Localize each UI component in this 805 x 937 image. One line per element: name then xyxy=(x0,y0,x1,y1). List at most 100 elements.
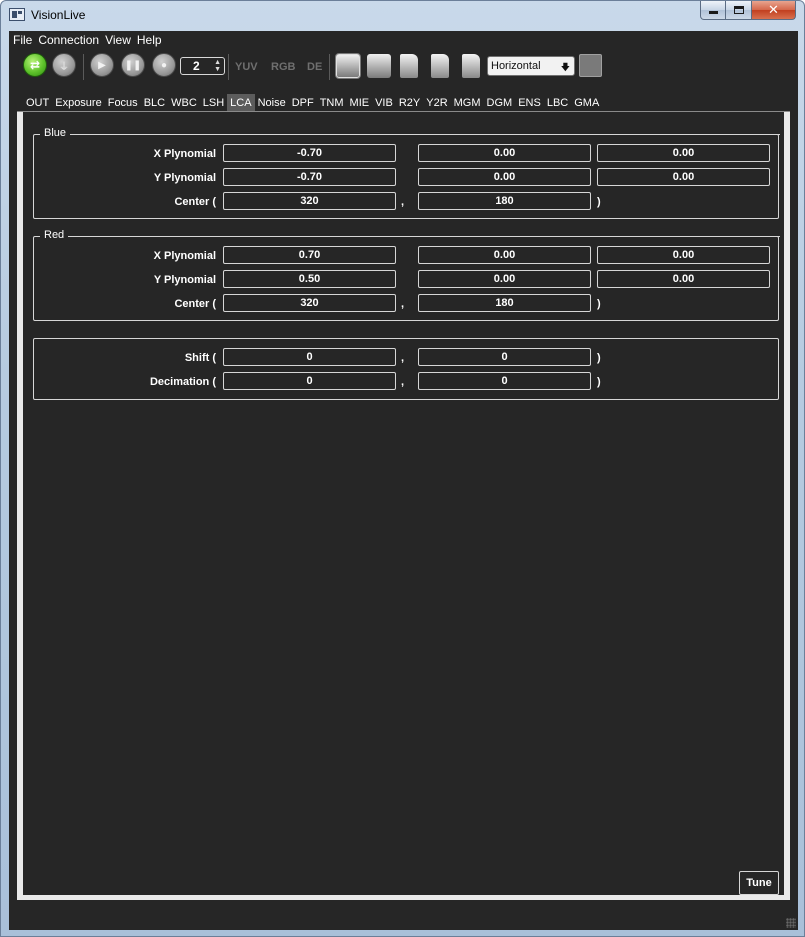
tab-gma[interactable]: GMA xyxy=(571,94,603,112)
blue-x-coef-1[interactable]: 0.00 xyxy=(418,144,591,162)
image-view-icon[interactable] xyxy=(336,54,360,78)
blue-x-coef-2[interactable]: 0.00 xyxy=(597,144,770,162)
minimize-icon xyxy=(708,11,718,14)
comma: , xyxy=(401,352,405,364)
tab-widget: OUT Exposure Focus BLC WBC LSH LCA Noise… xyxy=(17,91,790,900)
blue-center-y[interactable]: 180 xyxy=(418,192,591,210)
close-paren: ) xyxy=(597,298,601,310)
menu-view[interactable]: View xyxy=(105,31,135,49)
decimation-label: Decimation ( xyxy=(149,376,216,388)
toolbar: ⇄ ⏚ ▶ ❚❚ ● 2 ▲ ▼ YUV RGB DE Horizontal 🡇 xyxy=(9,51,798,83)
plug-icon: ⏚ xyxy=(59,61,69,73)
decimation-x[interactable]: 0 xyxy=(223,372,396,390)
tab-lbc[interactable]: LBC xyxy=(543,94,572,112)
tab-dpf[interactable]: DPF xyxy=(288,94,317,112)
tab-exposure[interactable]: Exposure xyxy=(52,94,105,112)
tab-mie[interactable]: MIE xyxy=(346,94,373,112)
x-plynomial-label: X Plynomial xyxy=(153,250,216,262)
tab-noise[interactable]: Noise xyxy=(254,94,289,112)
red-center-x[interactable]: 320 xyxy=(223,294,396,312)
spin-arrows-icon[interactable]: ▲ ▼ xyxy=(214,59,221,73)
plug-button[interactable]: ⏚ xyxy=(52,53,76,77)
red-y-coef-2[interactable]: 0.00 xyxy=(597,270,770,288)
blue-group: Blue X Plynomial -0.70 0.00 0.00 Y Plyno… xyxy=(33,127,780,219)
center-label: Center ( xyxy=(174,298,216,310)
menu-connection[interactable]: Connection xyxy=(38,31,103,49)
shift-y[interactable]: 0 xyxy=(418,348,591,366)
red-group: Red X Plynomial 0.70 0.00 0.00 Y Plynomi… xyxy=(33,229,780,321)
document-icon[interactable] xyxy=(400,54,418,78)
spin-value: 2 xyxy=(193,59,200,73)
camera-view-icon[interactable] xyxy=(367,54,391,78)
red-y-coef-0[interactable]: 0.50 xyxy=(223,270,396,288)
orientation-value: Horizontal xyxy=(491,60,541,72)
comma: , xyxy=(401,376,405,388)
tab-mgm[interactable]: MGM xyxy=(450,94,484,112)
tab-blc[interactable]: BLC xyxy=(140,94,169,112)
tab-dgm[interactable]: DGM xyxy=(483,94,516,112)
pause-button[interactable]: ❚❚ xyxy=(121,53,145,77)
title-bar[interactable]: VisionLive ✕ xyxy=(1,1,804,31)
blue-y-coef-0[interactable]: -0.70 xyxy=(223,168,396,186)
shift-label: Shift ( xyxy=(184,352,216,364)
tab-focus[interactable]: Focus xyxy=(104,94,141,112)
red-y-coef-1[interactable]: 0.00 xyxy=(418,270,591,288)
comma: , xyxy=(401,298,405,310)
main-window: VisionLive ✕ File Connection View Help ⇄… xyxy=(0,0,805,937)
menu-help[interactable]: Help xyxy=(137,31,166,49)
record-button[interactable]: ● xyxy=(152,53,176,77)
maximize-button[interactable] xyxy=(726,1,752,20)
shift-decimation-group: Shift ( 0 , 0 ) Decimation ( 0 , 0 ) xyxy=(33,338,779,400)
y-plynomial-label: Y Plynomial xyxy=(153,172,216,184)
chevron-down-icon: 🡇 xyxy=(560,62,570,72)
tab-out[interactable]: OUT xyxy=(23,94,53,112)
red-center-y[interactable]: 180 xyxy=(418,294,591,312)
orientation-select[interactable]: Horizontal 🡇 xyxy=(487,56,575,76)
decimation-y[interactable]: 0 xyxy=(418,372,591,390)
connect-button[interactable]: ⇄ xyxy=(23,53,47,77)
red-group-title: Red xyxy=(40,229,69,241)
red-x-coef-2[interactable]: 0.00 xyxy=(597,246,770,264)
tab-r2y[interactable]: R2Y xyxy=(395,94,424,112)
swap-arrows-icon: ⇄ xyxy=(29,58,41,72)
menu-file[interactable]: File xyxy=(13,31,36,49)
tab-wbc[interactable]: WBC xyxy=(168,94,200,112)
center-label: Center ( xyxy=(174,196,216,208)
frame-count-spinbox[interactable]: 2 ▲ ▼ xyxy=(180,57,225,75)
tab-lsh[interactable]: LSH xyxy=(199,94,228,112)
blue-x-coef-0[interactable]: -0.70 xyxy=(223,144,396,162)
shift-x[interactable]: 0 xyxy=(223,348,396,366)
rgb-button[interactable]: RGB xyxy=(271,61,295,73)
resize-grip-icon[interactable] xyxy=(786,918,796,928)
tab-tnm[interactable]: TNM xyxy=(316,94,347,112)
pause-icon: ❚❚ xyxy=(124,59,142,71)
close-button[interactable]: ✕ xyxy=(752,1,796,20)
play-icon: ▶ xyxy=(98,59,106,71)
red-x-coef-0[interactable]: 0.70 xyxy=(223,246,396,264)
blue-center-x[interactable]: 320 xyxy=(223,192,396,210)
record-icon: ● xyxy=(160,59,168,71)
sad-face-icon[interactable] xyxy=(579,54,602,77)
tune-button[interactable]: Tune xyxy=(739,871,779,895)
tab-y2r[interactable]: Y2R xyxy=(423,94,451,112)
play-button[interactable]: ▶ xyxy=(90,53,114,77)
red-x-coef-1[interactable]: 0.00 xyxy=(418,246,591,264)
document-icon[interactable] xyxy=(431,54,449,78)
client-area: File Connection View Help ⇄ ⏚ ▶ ❚❚ ● 2 ▲… xyxy=(9,31,798,930)
toolbar-separator xyxy=(83,54,84,80)
blue-group-title: Blue xyxy=(40,127,71,139)
blue-y-coef-2[interactable]: 0.00 xyxy=(597,168,770,186)
comma: , xyxy=(401,196,405,208)
de-button[interactable]: DE xyxy=(307,61,322,73)
minimize-button[interactable] xyxy=(700,1,726,20)
lca-panel: Blue X Plynomial -0.70 0.00 0.00 Y Plyno… xyxy=(23,112,784,895)
blue-y-coef-1[interactable]: 0.00 xyxy=(418,168,591,186)
document-icon[interactable] xyxy=(462,54,480,78)
tab-vib[interactable]: VIB xyxy=(372,94,396,112)
tab-ens[interactable]: ENS xyxy=(515,94,544,112)
tab-lca[interactable]: LCA xyxy=(227,94,255,112)
x-plynomial-label: X Plynomial xyxy=(153,148,216,160)
app-icon xyxy=(9,8,25,21)
yuv-button[interactable]: YUV xyxy=(235,61,258,73)
toolbar-separator xyxy=(228,54,229,80)
